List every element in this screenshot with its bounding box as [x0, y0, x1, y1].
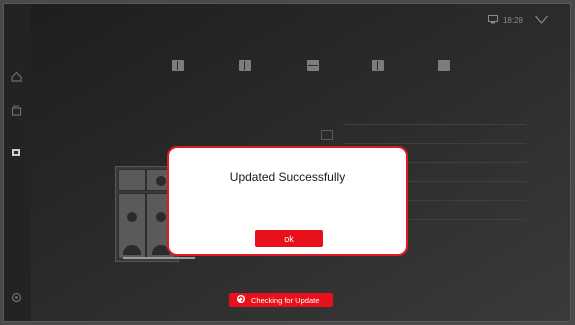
person-icon — [156, 211, 166, 222]
person-icon — [156, 175, 166, 186]
list-header-icon — [321, 130, 333, 140]
dialog-title: Updated Successfully — [229, 170, 346, 184]
layout-stacked-icon[interactable] — [307, 60, 319, 71]
layout-columns-icon[interactable] — [372, 60, 384, 71]
participant-tile — [118, 193, 146, 259]
update-dialog: Updated Successfully ok — [167, 146, 408, 256]
status-bar: 18:28 — [487, 15, 548, 26]
selected-indicator — [123, 257, 195, 259]
screen-share-icon — [487, 15, 499, 26]
refresh-icon — [236, 294, 246, 306]
list-divider — [343, 143, 526, 144]
sidebar — [4, 4, 32, 321]
ok-button[interactable]: ok — [255, 230, 323, 247]
layout-split-icon[interactable] — [239, 60, 251, 71]
layout-split-icon[interactable] — [172, 60, 184, 71]
back-icon[interactable] — [10, 104, 22, 116]
layout-single-icon[interactable] — [438, 60, 450, 71]
display-icon[interactable] — [10, 146, 22, 158]
wifi-icon — [535, 15, 548, 26]
check-update-label: Checking for Update — [251, 295, 320, 305]
clock-label: 18:28 — [502, 16, 523, 25]
settings-icon[interactable] — [10, 291, 22, 303]
participant-tile — [118, 169, 146, 191]
home-icon[interactable] — [10, 70, 22, 82]
list-divider — [343, 124, 526, 125]
person-icon — [127, 211, 137, 222]
check-update-button[interactable]: Checking for Update — [229, 293, 333, 307]
